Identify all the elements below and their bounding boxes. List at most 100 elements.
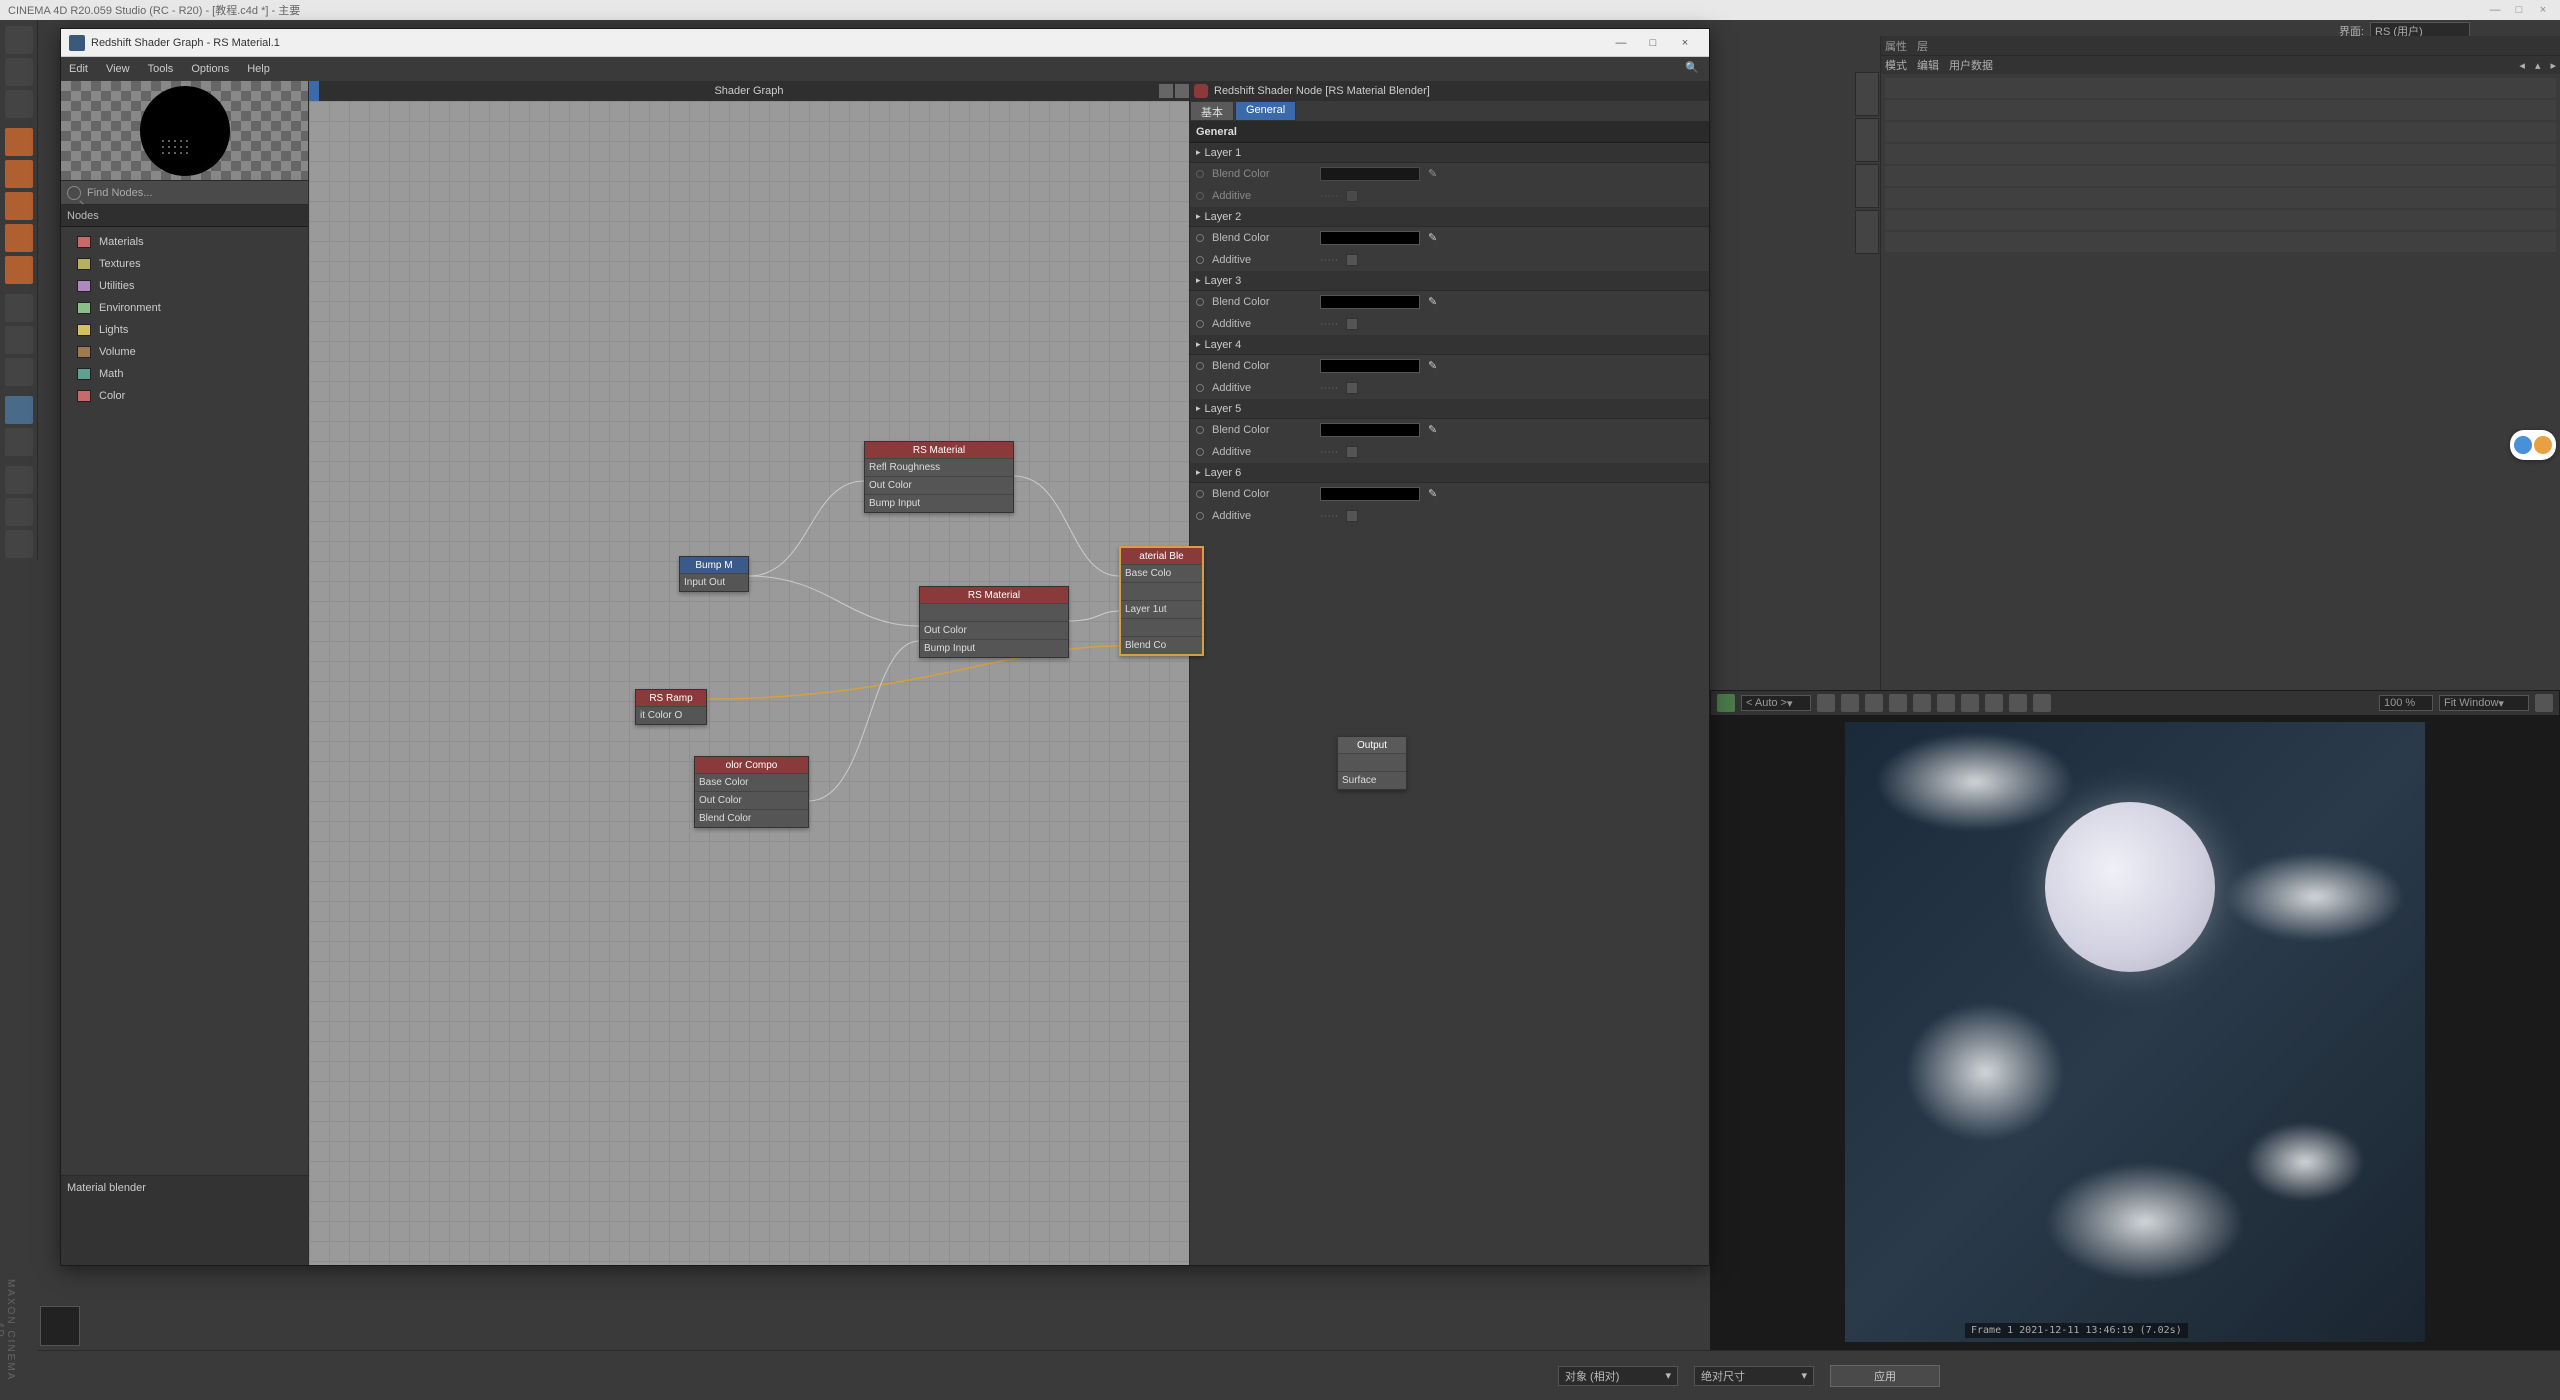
checkbox[interactable] <box>1346 318 1358 330</box>
checkbox[interactable] <box>1346 446 1358 458</box>
node-matblend[interactable]: aterial BleBase ColoLayer 1utBlend Co <box>1119 546 1204 656</box>
find-nodes-input[interactable]: Find Nodes... <box>61 181 308 205</box>
param-bullet[interactable] <box>1196 192 1204 200</box>
param-bullet[interactable] <box>1196 298 1204 306</box>
color-swatch[interactable] <box>1320 295 1420 309</box>
dialog-minimize-button[interactable]: — <box>1605 32 1637 54</box>
category-materials[interactable]: Materials <box>61 231 308 253</box>
play-icon[interactable] <box>1717 694 1735 712</box>
category-utilities[interactable]: Utilities <box>61 275 308 297</box>
eyedropper-icon[interactable]: ✎ <box>1428 359 1442 373</box>
vtab-icon[interactable] <box>1855 210 1879 254</box>
render-icon[interactable] <box>1913 694 1931 712</box>
render-icon[interactable] <box>1961 694 1979 712</box>
eyedropper-icon[interactable]: ✎ <box>1428 167 1442 181</box>
apply-button[interactable]: 应用 <box>1830 1365 1940 1387</box>
layer-group[interactable]: Layer 3 <box>1190 271 1709 291</box>
node-header[interactable]: olor Compo <box>695 757 808 773</box>
node-port[interactable] <box>920 603 1068 621</box>
render-icon[interactable] <box>1865 694 1883 712</box>
param-bullet[interactable] <box>1196 384 1204 392</box>
material-preview[interactable] <box>61 81 308 181</box>
floating-badge[interactable] <box>2510 430 2556 460</box>
node-port[interactable]: Base Colo <box>1121 564 1202 582</box>
param-bullet[interactable] <box>1196 234 1204 242</box>
attr-menu-userdata[interactable]: 用户数据 <box>1949 57 1993 73</box>
node-rsmat1[interactable]: RS MaterialRefl RoughnessOut ColorBump I… <box>864 441 1014 513</box>
tool-icon[interactable] <box>5 256 33 284</box>
vtab-icon[interactable] <box>1855 118 1879 162</box>
node-header[interactable]: aterial Ble <box>1121 548 1202 564</box>
tool-icon[interactable] <box>5 192 33 220</box>
size-mode-dropdown[interactable]: 绝对尺寸▾ <box>1694 1366 1814 1386</box>
node-ramp[interactable]: RS Rampit Color O <box>635 689 707 725</box>
attr-menu-mode[interactable]: 模式 <box>1885 57 1907 73</box>
tool-icon[interactable] <box>5 58 33 86</box>
node-port[interactable] <box>1121 582 1202 600</box>
layer-group[interactable]: Layer 6 <box>1190 463 1709 483</box>
menu-tools[interactable]: Tools <box>148 63 174 75</box>
vtab-icon[interactable] <box>1855 72 1879 116</box>
checkbox[interactable] <box>1346 254 1358 266</box>
nav-fwd-icon[interactable]: ▸ <box>2550 59 2556 72</box>
zoom-dropdown[interactable]: 100 % <box>2379 695 2433 711</box>
node-port[interactable]: Bump Input <box>920 639 1068 657</box>
gear-icon[interactable] <box>2535 694 2553 712</box>
eyedropper-icon[interactable]: ✎ <box>1428 231 1442 245</box>
material-thumbnail[interactable] <box>40 1306 80 1346</box>
param-bullet[interactable] <box>1196 256 1204 264</box>
category-textures[interactable]: Textures <box>61 253 308 275</box>
node-port[interactable]: Out Color <box>920 621 1068 639</box>
category-color[interactable]: Color <box>61 385 308 407</box>
layer-group[interactable]: Layer 5 <box>1190 399 1709 419</box>
color-swatch[interactable] <box>1320 423 1420 437</box>
eyedropper-icon[interactable]: ✎ <box>1428 487 1442 501</box>
nav-up-icon[interactable]: ▴ <box>2535 59 2541 72</box>
category-volume[interactable]: Volume <box>61 341 308 363</box>
section-general[interactable]: General <box>1190 121 1709 143</box>
tool-icon[interactable] <box>5 358 33 386</box>
node-header[interactable]: Output <box>1338 737 1406 753</box>
minimize-button[interactable]: — <box>2486 3 2504 17</box>
tool-icon[interactable] <box>5 224 33 252</box>
color-swatch[interactable] <box>1320 231 1420 245</box>
node-header[interactable]: RS Ramp <box>636 690 706 706</box>
category-lights[interactable]: Lights <box>61 319 308 341</box>
checkbox[interactable] <box>1346 382 1358 394</box>
node-port[interactable]: Out Color <box>695 791 808 809</box>
cube-tool-icon[interactable] <box>5 128 33 156</box>
tab-layer[interactable]: 层 <box>1917 38 1928 54</box>
category-math[interactable]: Math <box>61 363 308 385</box>
tool-icon[interactable] <box>5 530 33 558</box>
search-icon[interactable]: 🔍 <box>1685 61 1701 77</box>
node-port[interactable]: Input Out <box>680 573 748 591</box>
maximize-button[interactable]: □ <box>2510 3 2528 17</box>
tool-icon[interactable] <box>5 428 33 456</box>
node-port[interactable]: Layer 1ut <box>1121 600 1202 618</box>
node-port[interactable]: Out Color <box>865 476 1013 494</box>
layer-group[interactable]: Layer 1 <box>1190 143 1709 163</box>
eyedropper-icon[interactable]: ✎ <box>1428 423 1442 437</box>
node-rsmat2[interactable]: RS Material Out ColorBump Input <box>919 586 1069 658</box>
color-swatch[interactable] <box>1320 359 1420 373</box>
node-port[interactable]: Surface <box>1338 771 1406 789</box>
node-port[interactable]: Refl Roughness <box>865 458 1013 476</box>
tool-icon[interactable] <box>5 466 33 494</box>
layer-group[interactable]: Layer 4 <box>1190 335 1709 355</box>
node-colcomp[interactable]: olor CompoBase ColorOut ColorBlend Color <box>694 756 809 828</box>
color-swatch[interactable] <box>1320 167 1420 181</box>
dialog-maximize-button[interactable]: □ <box>1637 32 1669 54</box>
vtab-icon[interactable] <box>1855 164 1879 208</box>
canvas-opt-icon[interactable] <box>1175 84 1189 98</box>
param-bullet[interactable] <box>1196 426 1204 434</box>
checkbox[interactable] <box>1346 190 1358 202</box>
tab-basic[interactable]: 基本 <box>1190 101 1234 121</box>
tool-icon[interactable] <box>5 294 33 322</box>
node-header[interactable]: RS Material <box>920 587 1068 603</box>
node-output[interactable]: Output Surface <box>1337 736 1407 790</box>
eyedropper-icon[interactable]: ✎ <box>1428 295 1442 309</box>
render-icon[interactable] <box>2033 694 2051 712</box>
tab-general[interactable]: General <box>1235 101 1296 121</box>
checkbox[interactable] <box>1346 510 1358 522</box>
snowflake-icon[interactable] <box>1889 694 1907 712</box>
